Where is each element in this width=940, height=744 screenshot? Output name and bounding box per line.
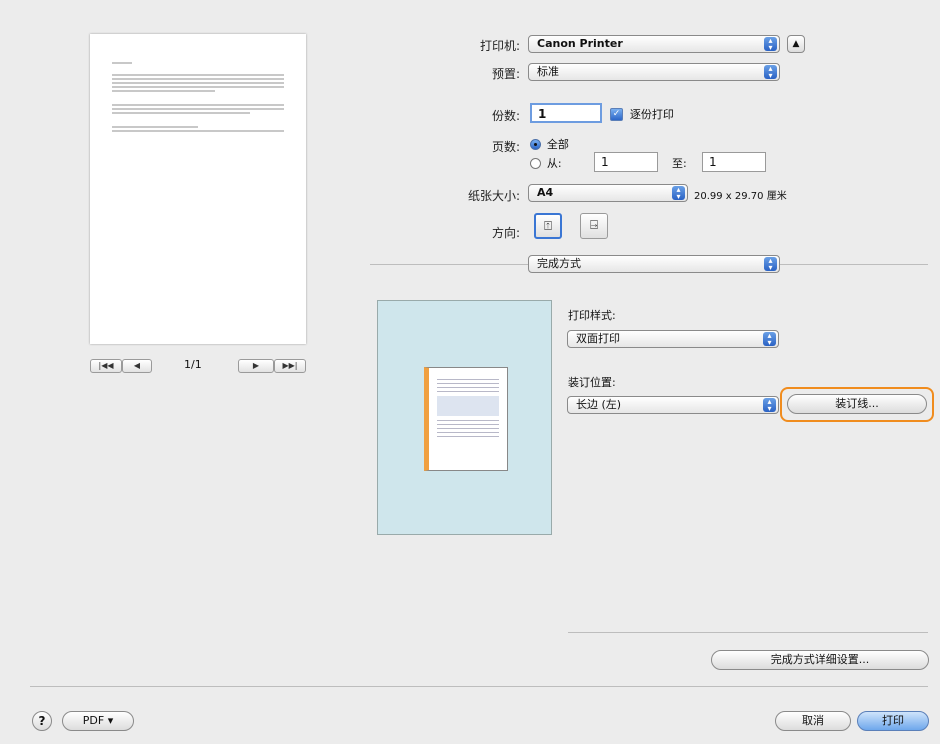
prev-page-button[interactable]: ◀ — [122, 359, 152, 373]
pages-from-label: 从: — [546, 157, 562, 170]
last-page-button[interactable]: ▶▶| — [274, 359, 306, 373]
paper-size-label: 纸张大小: — [467, 189, 520, 203]
collate-checkbox[interactable]: ✓ 逐份打印 — [610, 106, 674, 122]
disclosure-button[interactable]: ▲ — [787, 35, 805, 53]
updown-arrow-icon: ▴ ▾ — [764, 37, 777, 52]
pages-from-radio[interactable]: 从: — [530, 155, 562, 171]
help-button[interactable]: ? — [32, 711, 52, 731]
page-indicator: 1/1 — [184, 358, 202, 371]
updown-arrow-icon: ▴ ▾ — [672, 186, 685, 201]
pdf-menu-button[interactable]: PDF ▾ — [62, 711, 134, 731]
presets-select[interactable]: 标准 ▴ ▾ — [528, 63, 780, 81]
copies-label: 份数: — [491, 109, 520, 123]
pages-all-label: 全部 — [546, 138, 569, 151]
help-icon: ? — [38, 714, 46, 728]
print-style-label: 打印样式: — [568, 309, 616, 322]
paper-dimensions: 20.99 x 29.70 厘米 — [694, 191, 787, 202]
presets-value: 标准 — [537, 65, 559, 78]
radio-selected-icon — [530, 139, 541, 150]
copies-input[interactable]: 1 — [530, 103, 602, 123]
updown-arrow-icon: ▴ ▾ — [763, 332, 776, 347]
panel-select[interactable]: 完成方式 ▴ ▾ — [528, 255, 780, 273]
next-page-button[interactable]: ▶ — [238, 359, 274, 373]
binding-location-select[interactable]: 长边 (左) ▴ ▾ — [567, 396, 779, 414]
pages-from-value: 1 — [601, 155, 609, 169]
pages-label: 页数: — [491, 140, 520, 154]
print-style-select[interactable]: 双面打印 ▴ ▾ — [567, 330, 779, 348]
panel-separator-right — [780, 264, 928, 265]
first-page-button[interactable]: |◀◀ — [90, 359, 122, 373]
pages-to-input[interactable]: 1 — [702, 152, 766, 172]
panel-value: 完成方式 — [537, 257, 581, 270]
binding-location-label: 装订位置: — [568, 376, 616, 389]
cancel-button[interactable]: 取消 — [775, 711, 851, 731]
printer-label: 打印机: — [479, 39, 520, 53]
gutter-button[interactable]: 装订线... — [787, 394, 927, 414]
landscape-icon: ⍈ — [590, 218, 598, 233]
presets-label: 预置: — [491, 67, 520, 81]
panel-separator-left — [370, 264, 528, 265]
checkmark-icon: ✓ — [610, 108, 623, 121]
printer-select[interactable]: Canon Printer ▴ ▾ — [528, 35, 780, 53]
lower-separator — [568, 632, 928, 633]
updown-arrow-icon: ▴ ▾ — [764, 257, 777, 272]
binding-location-value: 长边 (左) — [576, 398, 622, 411]
preview-page — [90, 34, 306, 344]
collate-label: 逐份打印 — [629, 108, 674, 121]
updown-arrow-icon: ▴ ▾ — [764, 65, 777, 80]
pages-all-radio[interactable]: 全部 — [530, 136, 569, 152]
portrait-icon: ⍐ — [544, 219, 552, 234]
finishing-preview — [377, 300, 552, 535]
paper-size-value: A4 — [537, 186, 554, 199]
landscape-orientation-button[interactable]: ⍈ — [580, 213, 608, 239]
copies-value: 1 — [538, 107, 547, 121]
print-style-value: 双面打印 — [576, 332, 620, 345]
pages-to-label: 至: — [672, 157, 687, 170]
pages-to-value: 1 — [709, 155, 717, 169]
pages-from-input[interactable]: 1 — [594, 152, 658, 172]
portrait-orientation-button[interactable]: ⍐ — [534, 213, 562, 239]
print-button[interactable]: 打印 — [857, 711, 929, 731]
paper-size-select[interactable]: A4 ▴ ▾ — [528, 184, 688, 202]
orientation-label: 方向: — [491, 226, 520, 240]
updown-arrow-icon: ▴ ▾ — [763, 398, 776, 413]
triangle-up-icon: ▲ — [792, 39, 800, 49]
printer-value: Canon Printer — [537, 37, 623, 50]
radio-unselected-icon — [530, 158, 541, 169]
finishing-details-button[interactable]: 完成方式详细设置... — [711, 650, 929, 670]
bottom-separator — [30, 686, 928, 687]
duplex-page-illustration — [424, 367, 508, 471]
